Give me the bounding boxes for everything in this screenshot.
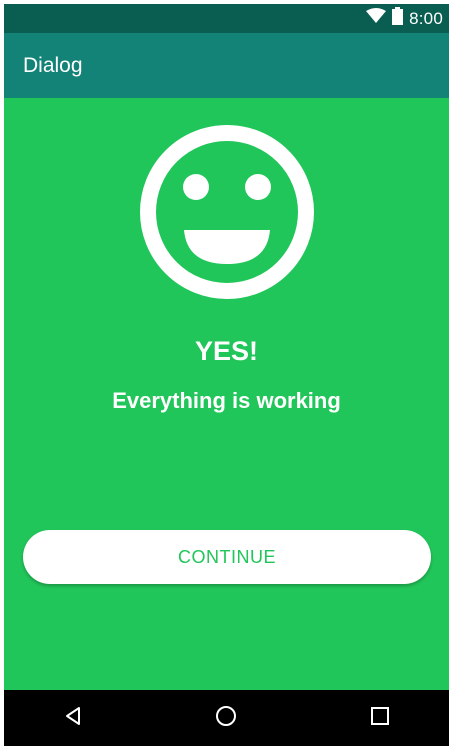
device-screen: 8:00 Dialog YES! Everything is working C…	[4, 4, 449, 746]
app-bar: Dialog	[4, 33, 449, 98]
continue-button[interactable]: CONTINUE	[23, 530, 431, 584]
dialog-message: Everything is working	[112, 388, 341, 413]
dialog-headline: YES!	[194, 336, 259, 366]
home-icon	[215, 705, 237, 732]
back-button[interactable]	[43, 690, 103, 746]
status-time: 8:00	[409, 9, 443, 28]
app-title: Dialog	[23, 54, 83, 77]
recents-button[interactable]	[350, 690, 410, 746]
back-icon	[63, 706, 83, 731]
status-bar: 8:00	[4, 4, 449, 33]
navigation-bar	[4, 690, 449, 746]
smiley-face-icon	[139, 124, 315, 300]
status-icons: 8:00	[366, 4, 443, 33]
dialog-content: YES! Everything is working CONTINUE	[4, 98, 449, 690]
wifi-icon	[366, 8, 387, 29]
battery-icon	[392, 7, 404, 30]
home-button[interactable]	[196, 690, 256, 746]
recents-icon	[371, 706, 389, 730]
